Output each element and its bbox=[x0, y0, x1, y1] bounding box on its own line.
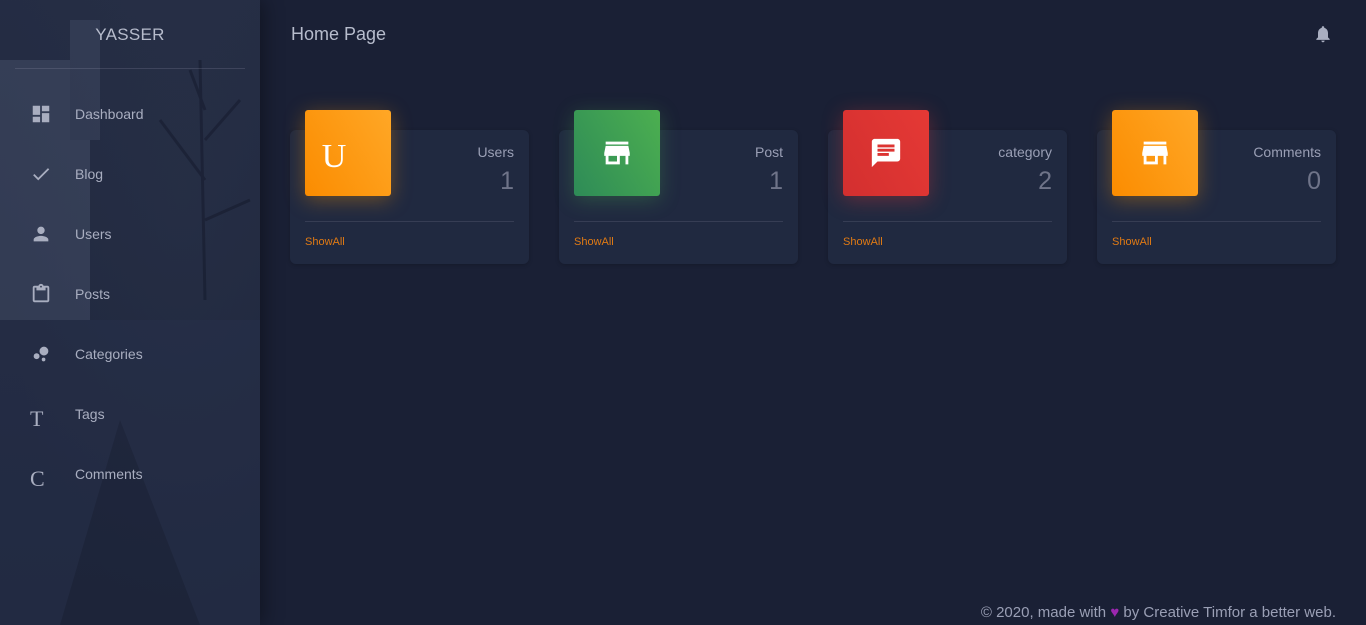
clipboard-icon bbox=[30, 282, 60, 306]
stat-card-users: U Users 1 ShowAll bbox=[290, 110, 529, 264]
letter-c-icon: C bbox=[30, 466, 45, 491]
heart-icon: ♥ bbox=[1110, 604, 1120, 621]
sidebar-item-label: Tags bbox=[75, 406, 105, 422]
card-divider bbox=[1112, 221, 1321, 222]
sidebar-item-users[interactable]: Users bbox=[0, 204, 260, 264]
sidebar-item-categories[interactable]: Categories bbox=[0, 324, 260, 384]
footer-prefix: © 2020, made with bbox=[980, 604, 1107, 621]
stat-card-post: Post 1 ShowAll bbox=[559, 110, 798, 264]
comment-icon bbox=[843, 110, 929, 196]
show-all-link[interactable]: ShowAll bbox=[574, 236, 614, 248]
letter-u-icon: U bbox=[305, 110, 391, 196]
check-icon bbox=[30, 162, 60, 186]
sidebar-item-label: Posts bbox=[75, 286, 111, 302]
sidebar-item-label: Blog bbox=[75, 166, 104, 182]
sidebar-item-label: Users bbox=[75, 226, 112, 242]
sidebar-item-tags[interactable]: T Tags bbox=[0, 384, 260, 444]
sidebar-item-dashboard[interactable]: Dashboard bbox=[0, 84, 260, 144]
sidebar-item-comments[interactable]: C Comments bbox=[0, 444, 260, 504]
sidebar-item-posts[interactable]: Posts bbox=[0, 264, 260, 324]
sidebar-item-label: Dashboard bbox=[75, 106, 144, 122]
sidebar: YASSER Dashboard Blog Users Posts Catego… bbox=[0, 0, 260, 625]
card-category: Post bbox=[754, 144, 783, 160]
sidebar-nav: Dashboard Blog Users Posts Categories T … bbox=[0, 84, 260, 504]
card-category: category bbox=[998, 144, 1052, 160]
sidebar-item-label: Comments bbox=[75, 466, 143, 482]
letter-t-icon: T bbox=[30, 406, 44, 431]
card-value: 2 bbox=[1038, 167, 1052, 195]
page-title[interactable]: Home Page bbox=[291, 24, 386, 45]
footer-suffix: by Creative Timfor a better web. bbox=[1123, 604, 1336, 621]
show-all-link[interactable]: ShowAll bbox=[1112, 236, 1152, 248]
card-divider bbox=[305, 221, 514, 222]
sidebar-item-label: Categories bbox=[75, 346, 143, 362]
card-divider bbox=[574, 221, 783, 222]
card-divider bbox=[843, 221, 1052, 222]
bell-icon[interactable] bbox=[1313, 24, 1333, 44]
bubble-chart-icon bbox=[30, 342, 60, 366]
store-icon bbox=[574, 110, 660, 196]
card-category: Comments bbox=[1253, 144, 1321, 160]
brand-title[interactable]: YASSER bbox=[15, 0, 245, 69]
card-value: 1 bbox=[769, 167, 783, 195]
store-icon bbox=[1112, 110, 1198, 196]
person-icon bbox=[30, 222, 60, 246]
card-icon-letter: U bbox=[321, 138, 347, 175]
stat-card-comments: Comments 0 ShowAll bbox=[1097, 110, 1336, 264]
show-all-link[interactable]: ShowAll bbox=[305, 236, 345, 248]
stat-card-category: category 2 ShowAll bbox=[828, 110, 1067, 264]
sidebar-item-blog[interactable]: Blog bbox=[0, 144, 260, 204]
footer-credit: © 2020, made with ♥ by Creative Timfor a… bbox=[981, 604, 1336, 621]
card-value: 0 bbox=[1307, 167, 1321, 195]
dashboard-icon bbox=[30, 102, 60, 126]
card-value: 1 bbox=[500, 167, 514, 195]
show-all-link[interactable]: ShowAll bbox=[843, 236, 883, 248]
card-category: Users bbox=[477, 144, 514, 160]
